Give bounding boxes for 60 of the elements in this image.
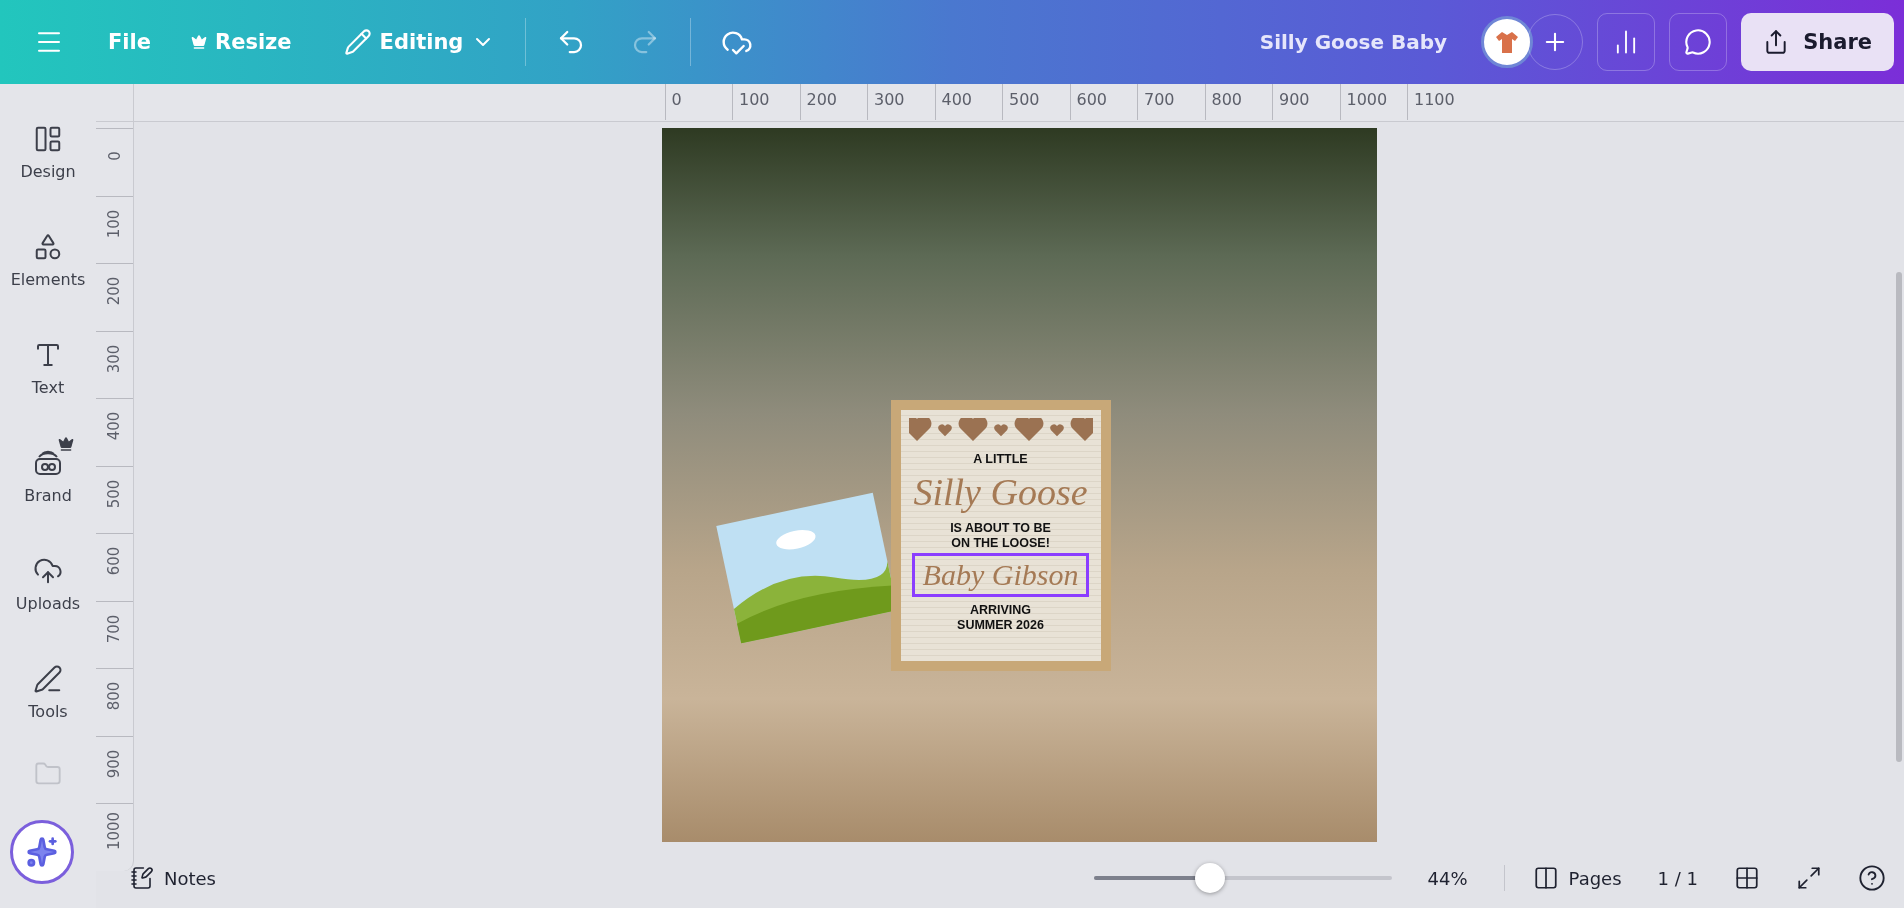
ruler-label: 800 <box>1204 84 1272 120</box>
sparkles-icon <box>26 836 58 868</box>
ruler-label: 0 <box>105 151 124 161</box>
notes-icon <box>130 866 154 890</box>
sidebar-item[interactable]: Uploads <box>6 530 90 638</box>
ruler-label: 100 <box>105 209 124 238</box>
ruler-label: 500 <box>105 479 124 508</box>
ruler-label: 600 <box>105 546 124 576</box>
ruler-label: 900 <box>1272 84 1340 120</box>
expand-icon <box>1796 865 1822 891</box>
sidebar-item[interactable]: Elements <box>6 206 90 314</box>
page-count[interactable]: 1 / 1 <box>1657 867 1698 889</box>
zoom-percentage[interactable]: 44% <box>1427 867 1468 889</box>
pencil-icon <box>343 28 372 56</box>
design-text[interactable]: ARRIVING <box>969 603 1032 618</box>
ruler-label: 1000 <box>105 811 124 851</box>
shirt-icon <box>1494 29 1521 55</box>
ruler-label: 300 <box>105 344 124 373</box>
ruler-label: 400 <box>105 411 124 441</box>
ruler-label: 300 <box>867 84 935 120</box>
notes-button[interactable]: Notes <box>124 860 222 896</box>
sidebar-item[interactable]: Brand <box>6 422 90 530</box>
design-text[interactable]: SUMMER 2026 <box>957 618 1044 633</box>
help-icon <box>1858 864 1886 892</box>
design-text[interactable]: ON THE LOOSE! <box>951 536 1050 551</box>
ruler-label: 400 <box>934 84 1002 120</box>
user-avatar[interactable] <box>1481 16 1534 68</box>
ruler-label: 1000 <box>1339 84 1407 120</box>
ruler-label: 200 <box>105 276 124 306</box>
ruler-label: 500 <box>1002 84 1070 120</box>
ruler-label: 200 <box>799 84 867 120</box>
sidebar-item-icon <box>33 231 63 262</box>
ruler-label: 700 <box>105 614 124 643</box>
ruler-label: 600 <box>1069 84 1137 120</box>
ruler-label: 800 <box>105 681 124 711</box>
design-title[interactable]: Silly Goose Baby <box>1259 30 1448 54</box>
insights-button[interactable] <box>1597 13 1656 71</box>
zoom-slider[interactable] <box>1093 863 1392 893</box>
sidebar-item[interactable]: Tools <box>6 638 90 746</box>
crown-icon <box>58 436 74 452</box>
pages-button[interactable]: Pages <box>1526 859 1628 897</box>
ruler-label: 700 <box>1137 84 1205 120</box>
grid-icon <box>1734 865 1760 891</box>
design-text[interactable]: A LITTLE <box>973 452 1028 467</box>
sidebar-item-icon <box>33 663 63 694</box>
crown-icon <box>191 34 207 50</box>
design-text[interactable]: IS ABOUT TO BE <box>950 521 1051 536</box>
scrollbar[interactable] <box>1896 272 1902 762</box>
slider-thumb[interactable] <box>1194 863 1225 893</box>
magic-assistant-button[interactable] <box>10 820 74 884</box>
sidebar-item[interactable]: Design <box>6 98 90 206</box>
ruler-label: 1100 <box>1407 84 1475 120</box>
ruler-label: 100 <box>732 84 800 120</box>
ruler-label: 900 <box>105 749 124 778</box>
comment-icon <box>1684 28 1713 56</box>
ruler-label: 0 <box>664 84 732 120</box>
pages-icon <box>1532 865 1559 891</box>
share-button[interactable]: Share <box>1741 13 1894 71</box>
comment-button[interactable] <box>1669 13 1728 71</box>
sidebar-item[interactable]: Text <box>6 314 90 422</box>
